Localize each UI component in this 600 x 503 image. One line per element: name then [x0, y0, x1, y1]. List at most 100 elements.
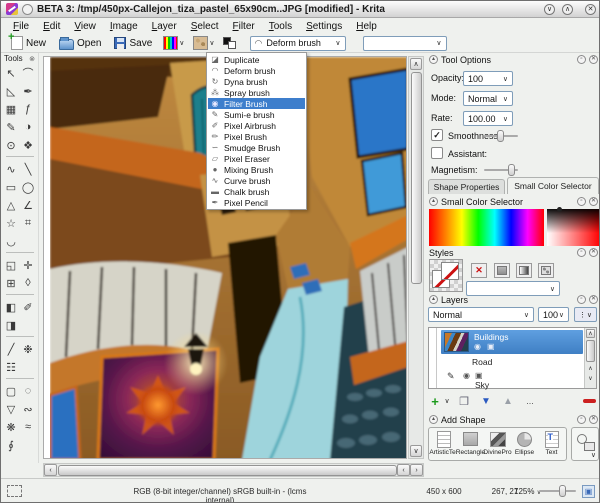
select-outline-tool-button[interactable]: ∾	[20, 400, 37, 418]
select-rectangular-tool-button[interactable]: ▢	[3, 382, 20, 400]
brush-menu-item[interactable]: ↻ Dyna brush	[208, 76, 305, 87]
rectangle-tool-button[interactable]: ▭	[3, 178, 20, 196]
add-layer-button[interactable]: +	[428, 393, 442, 409]
fit-canvas-button[interactable]: ▣	[582, 485, 595, 498]
mode-combobox[interactable]: Normal ∨	[463, 91, 513, 106]
maximize-button[interactable]: ∧	[562, 3, 573, 15]
brush-menu-item[interactable]: ✏ Pixel Brush	[208, 131, 305, 142]
grid-tool-button[interactable]: ⊞	[3, 274, 20, 292]
fg-bg-color-swap-button[interactable]	[222, 36, 237, 50]
ruler-tool-button[interactable]: ◺	[3, 82, 20, 100]
select-similar-tool-button[interactable]: ≈	[20, 418, 37, 436]
layer-row-buildings[interactable]: Buildings ◉ ▣	[441, 330, 583, 354]
menu-tools[interactable]: Tools	[262, 21, 299, 32]
scroll-right-button[interactable]: ›	[410, 464, 423, 476]
polyline-tool-button[interactable]: ∠	[20, 196, 37, 214]
style-pattern-button[interactable]	[538, 263, 554, 278]
style-none-preview[interactable]	[429, 259, 463, 292]
close-icon[interactable]: ✕	[589, 248, 598, 257]
resource-combobox[interactable]: ∨	[362, 35, 447, 51]
pattern-edit-tool-button[interactable]: ▦	[3, 100, 20, 118]
menu-filter[interactable]: Filter	[225, 21, 261, 32]
scroll-down-button[interactable]: ∨	[410, 445, 422, 457]
save-button[interactable]: Save	[110, 37, 156, 49]
canvas-horizontal-scrollbar[interactable]: ‹ ‹ ›	[43, 463, 424, 477]
layer-list-scrollbar[interactable]: ∧ ∧ ∨	[584, 328, 596, 388]
gradient-picker-button[interactable]: ∨	[161, 36, 186, 50]
collapse-icon[interactable]: ▴	[429, 55, 438, 64]
layer-opacity-combobox[interactable]: 100 ∨	[538, 307, 569, 322]
float-icon[interactable]: ▫	[577, 415, 586, 424]
visibility-eye-icon[interactable]: ◉	[474, 342, 481, 351]
hue-strip[interactable]	[429, 209, 544, 246]
menu-image[interactable]: Image	[103, 21, 145, 32]
menu-layer[interactable]: Layer	[145, 21, 184, 32]
move-layer-down-button[interactable]: ▼	[478, 393, 494, 409]
gradient-tool-button[interactable]: ◑	[20, 118, 37, 136]
lock-icon[interactable]: ▣	[475, 371, 483, 380]
float-icon[interactable]: ▫	[577, 55, 586, 64]
menu-edit[interactable]: Edit	[36, 21, 67, 32]
multibrush-tool-button[interactable]: ❉	[20, 340, 37, 358]
color-picker-tool-button[interactable]: ⊙	[3, 136, 20, 154]
shape-divine-proportion[interactable]: DivinePro	[483, 430, 512, 456]
pattern-picker-button[interactable]: ∨	[191, 36, 216, 50]
new-button[interactable]: New	[7, 31, 50, 50]
menu-help[interactable]: Help	[349, 21, 384, 32]
collapse-icon[interactable]: ▴	[429, 415, 438, 424]
edit-path-tool-button[interactable]: ⌒	[20, 64, 37, 82]
assistant-checkbox[interactable]	[431, 147, 443, 159]
lock-icon[interactable]: ▣	[487, 342, 495, 351]
blend-mode-combobox[interactable]: Normal ∨	[428, 307, 534, 322]
brush-menu-item[interactable]: ∽ Smudge Brush	[208, 142, 305, 153]
crop-tool-button[interactable]: ⌗	[20, 214, 37, 232]
smoothness-slider[interactable]	[484, 130, 518, 142]
add-layer-dropdown[interactable]: ∨	[442, 393, 452, 409]
assistant-tool-button[interactable]: ╱	[3, 340, 20, 358]
scroll-up-button[interactable]: ∧	[410, 58, 422, 70]
brush-menu-item[interactable]: ✒ Pixel Pencil	[208, 197, 305, 208]
polygon-tool-button[interactable]: △	[3, 196, 20, 214]
window-menu-button[interactable]	[22, 3, 33, 15]
paint-brush-tool-button[interactable]: ✎	[3, 118, 20, 136]
float-icon[interactable]: ▫	[577, 197, 586, 206]
scroll-left-button[interactable]: ‹	[44, 464, 57, 476]
style-solid-button[interactable]	[494, 263, 510, 278]
opacity-combobox[interactable]: 100 ∨	[463, 71, 513, 86]
brush-menu-item[interactable]: ⁂ Spray brush	[208, 87, 305, 98]
rate-spinbox[interactable]: 100.00 ∨	[463, 111, 513, 126]
close-icon[interactable]: ✕	[589, 197, 598, 206]
brush-menu-item[interactable]: ▬ Chalk brush	[208, 186, 305, 197]
collapse-icon[interactable]: ▴	[429, 295, 438, 304]
shape-rectangle[interactable]: Rectangle	[456, 430, 485, 456]
brush-menu-item[interactable]: ✐ Pixel Airbrush	[208, 120, 305, 131]
scroll-up-button[interactable]: ∧	[586, 329, 595, 338]
shape-artistic-text[interactable]: ArtisticTe:	[429, 430, 458, 456]
delete-layer-button[interactable]	[583, 399, 596, 403]
transform-tool-button[interactable]: ◱	[3, 256, 20, 274]
visibility-eye-icon[interactable]: ◉	[463, 371, 470, 380]
menu-view[interactable]: View	[67, 21, 103, 32]
scroll-thumb[interactable]	[586, 340, 595, 362]
select-tool-button[interactable]: ↖	[3, 64, 20, 82]
zoom-slider[interactable]	[539, 485, 576, 497]
open-button[interactable]: Open	[55, 36, 105, 50]
layer-options-button[interactable]: ⋮ ∨	[574, 307, 597, 322]
scroll-up-button-2[interactable]: ∧	[586, 366, 595, 374]
fill-tool-button[interactable]: ◨	[3, 316, 20, 334]
brush-menu-item[interactable]: ● Mixing Brush	[208, 164, 305, 175]
menu-file[interactable]: File	[6, 21, 36, 32]
tab-shape-properties[interactable]: Shape Properties	[428, 179, 505, 194]
layer-row-sky[interactable]: ✎ ◉ ▣ Sky	[441, 369, 583, 390]
move-tool-button[interactable]: ✛	[20, 256, 37, 274]
select-polygonal-tool-button[interactable]: ▽	[3, 400, 20, 418]
calligraphy-tool-button[interactable]: ✒	[20, 82, 37, 100]
saturation-value-square[interactable]	[547, 207, 599, 246]
shape-text[interactable]: Text	[538, 430, 565, 456]
brush-menu-item[interactable]: ▱ Pixel Eraser	[208, 153, 305, 164]
collapse-icon[interactable]: ▴	[429, 197, 438, 206]
float-icon[interactable]: ▫	[577, 248, 586, 257]
brush-menu-item[interactable]: ◠ Deform brush	[208, 65, 305, 76]
measure-tool-button[interactable]: ✐	[20, 298, 37, 316]
brush-menu-item[interactable]: ◪ Duplicate	[208, 54, 305, 65]
